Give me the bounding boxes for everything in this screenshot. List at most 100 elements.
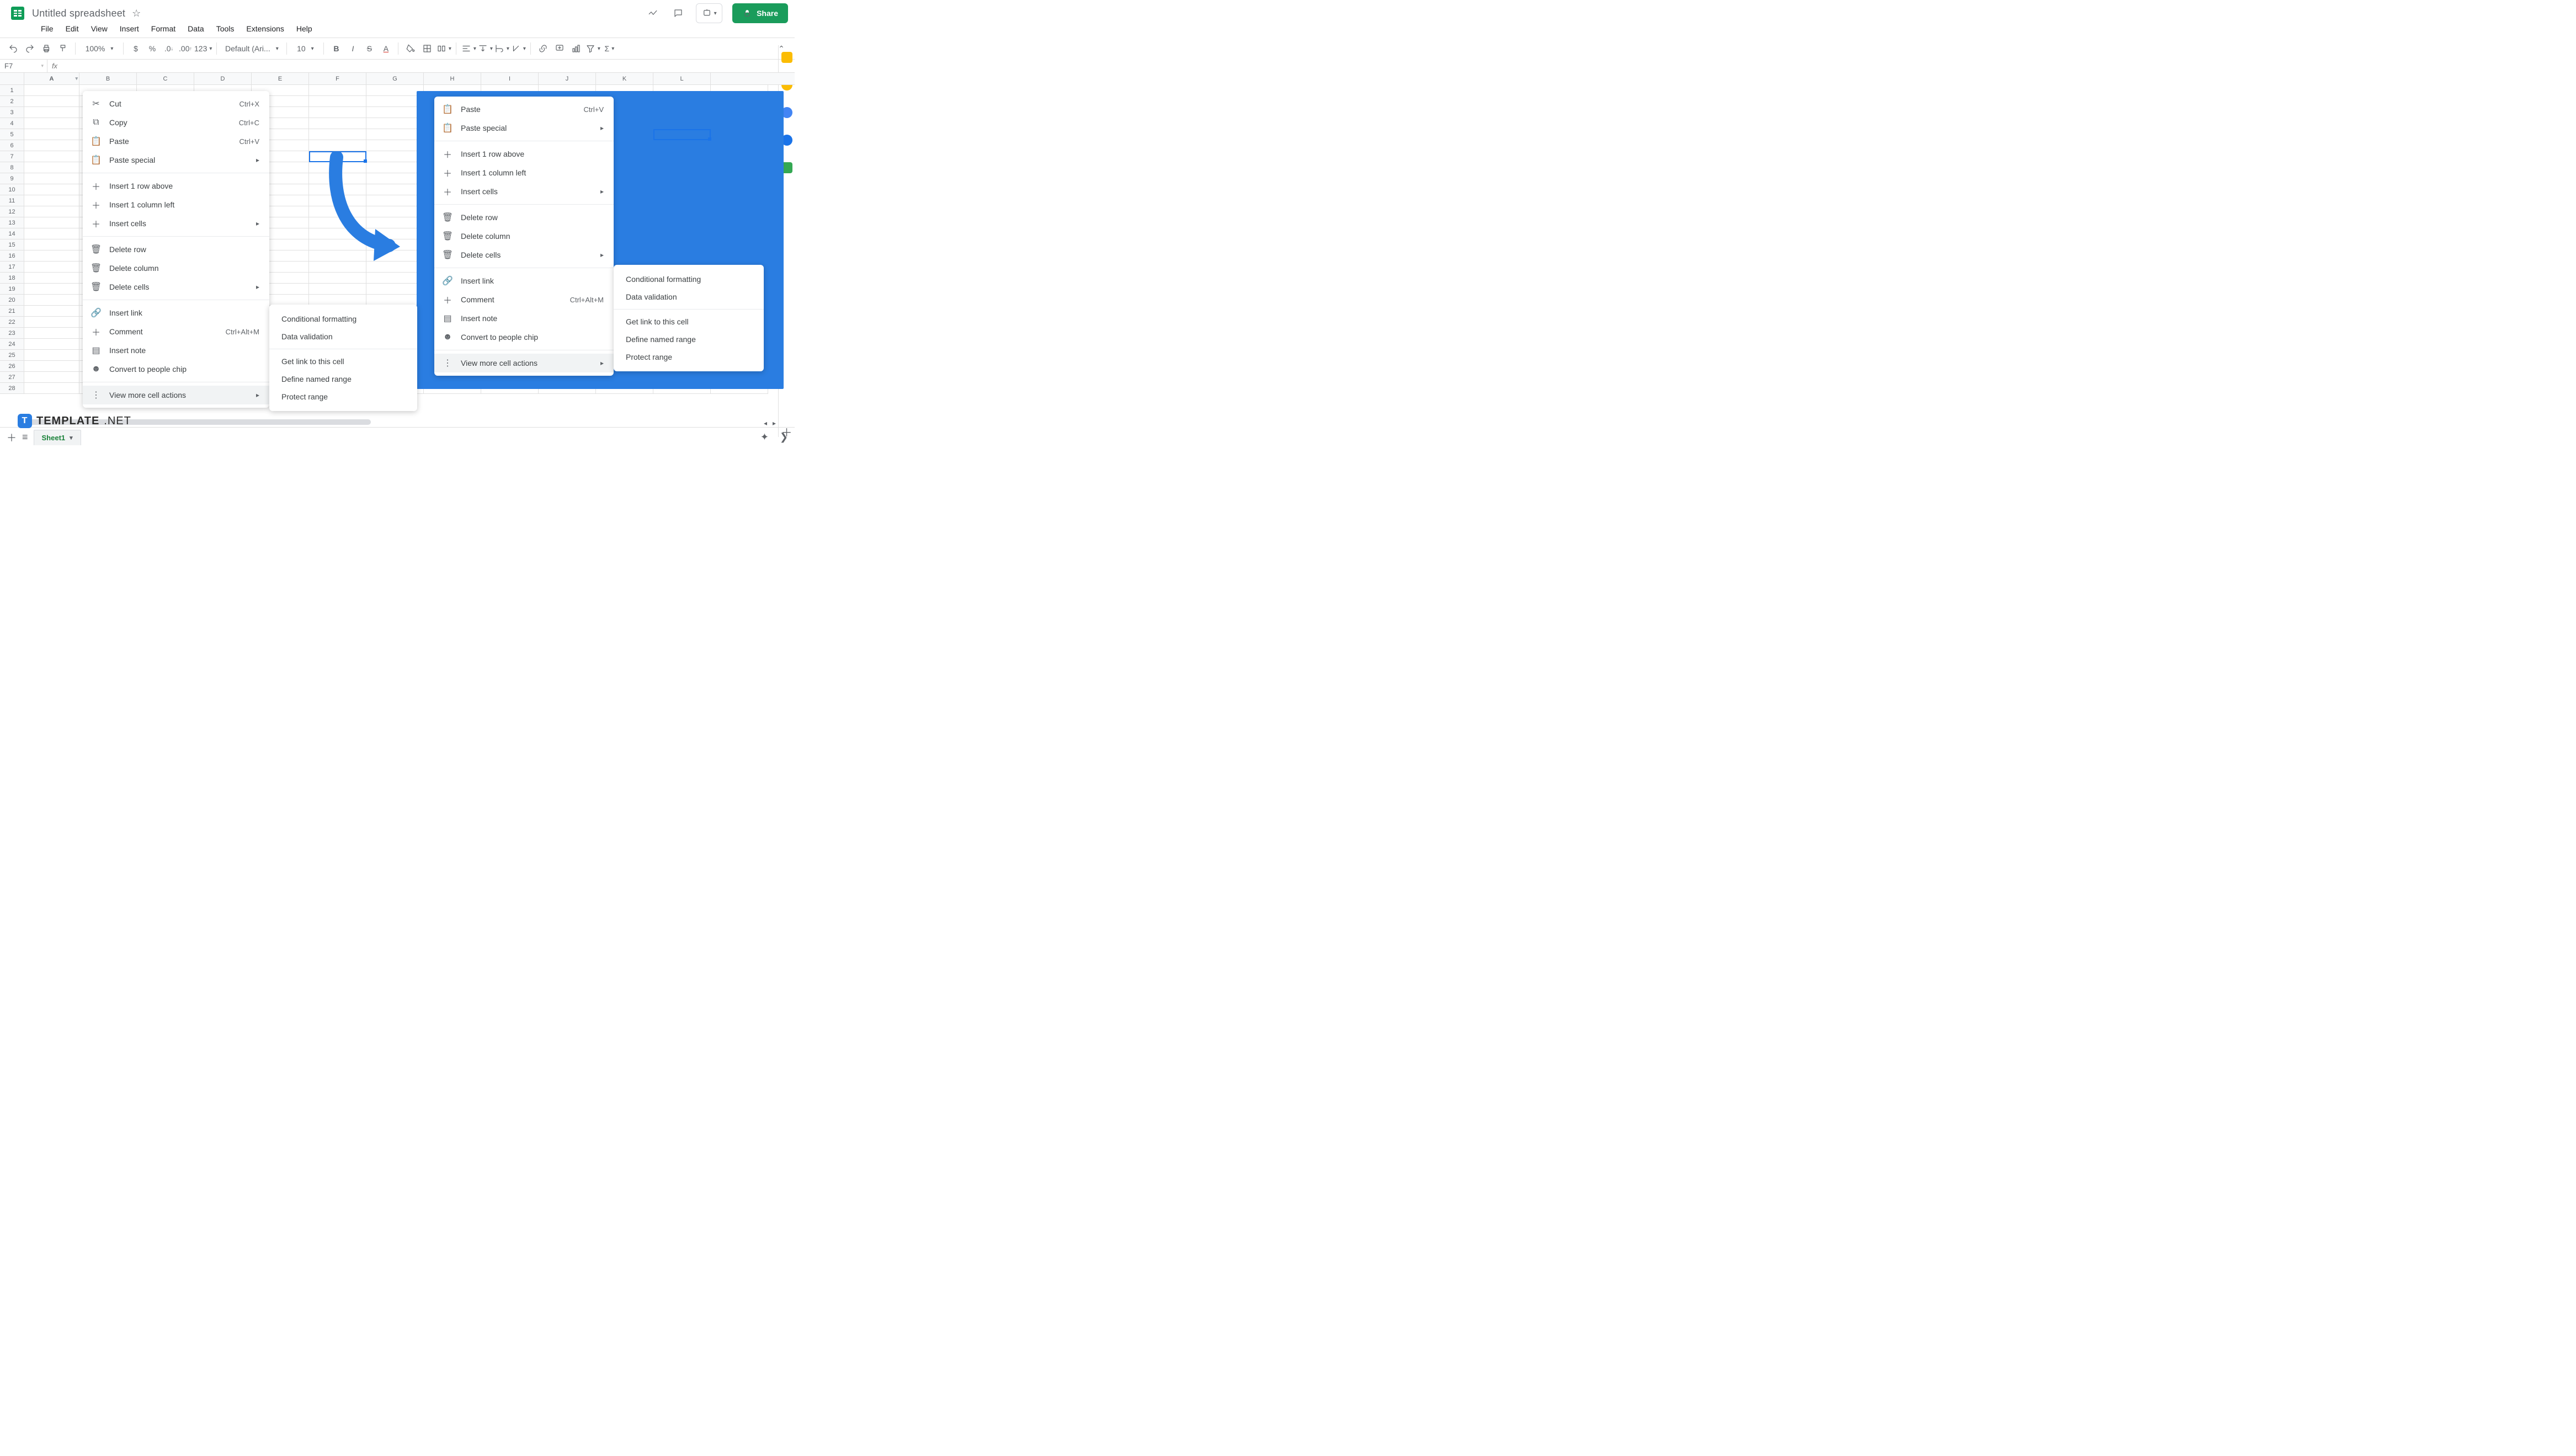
row-header[interactable]: 25 bbox=[0, 350, 24, 361]
filter-button[interactable]: ▾ bbox=[585, 41, 600, 56]
cell[interactable] bbox=[24, 96, 79, 107]
sidepanel-toggle[interactable]: ❯ bbox=[780, 431, 788, 443]
dec-inc-button[interactable]: .00↑ bbox=[178, 41, 193, 56]
add-sheet-button[interactable]: ＋ bbox=[7, 430, 17, 445]
cell[interactable] bbox=[366, 96, 424, 107]
cell[interactable] bbox=[24, 217, 79, 228]
ctx-cut[interactable]: ✂CutCtrl+X bbox=[83, 94, 269, 113]
cell[interactable] bbox=[24, 284, 79, 295]
italic-button[interactable]: I bbox=[345, 41, 360, 56]
present-button[interactable]: ▾ bbox=[696, 3, 722, 23]
cell[interactable] bbox=[24, 85, 79, 96]
cell[interactable] bbox=[366, 140, 424, 151]
cell[interactable] bbox=[24, 372, 79, 383]
sheets-logo[interactable] bbox=[7, 2, 29, 24]
sub-protect-range[interactable]: Protect range bbox=[269, 388, 417, 406]
functions-button[interactable]: Σ▾ bbox=[602, 41, 617, 56]
row-header[interactable]: 27 bbox=[0, 372, 24, 383]
ctx-people-chip[interactable]: ☻Convert to people chip bbox=[83, 360, 269, 378]
row-header[interactable]: 17 bbox=[0, 262, 24, 273]
ctx2-insert-link[interactable]: 🔗Insert link bbox=[434, 271, 614, 290]
sub-data-validation[interactable]: Data validation bbox=[269, 328, 417, 345]
menu-extensions[interactable]: Extensions bbox=[241, 23, 289, 34]
col-header-c[interactable]: C bbox=[137, 73, 194, 84]
sub2-cond-format[interactable]: Conditional formatting bbox=[614, 270, 764, 288]
col-header-b[interactable]: B bbox=[79, 73, 137, 84]
cell[interactable] bbox=[309, 273, 366, 284]
row-header[interactable]: 9 bbox=[0, 173, 24, 184]
activity-icon[interactable] bbox=[645, 6, 661, 21]
borders-button[interactable] bbox=[419, 41, 435, 56]
cell[interactable] bbox=[24, 118, 79, 129]
col-header-j[interactable]: J bbox=[539, 73, 596, 84]
cell[interactable] bbox=[366, 284, 424, 295]
col-header-i[interactable]: I bbox=[481, 73, 539, 84]
cell[interactable] bbox=[24, 151, 79, 162]
row-header[interactable]: 3 bbox=[0, 107, 24, 118]
currency-button[interactable]: $ bbox=[128, 41, 143, 56]
row-header[interactable]: 6 bbox=[0, 140, 24, 151]
row-header[interactable]: 2 bbox=[0, 96, 24, 107]
comments-icon[interactable] bbox=[670, 6, 686, 21]
cell[interactable] bbox=[24, 361, 79, 372]
cell[interactable] bbox=[24, 295, 79, 306]
selected-cell-right[interactable] bbox=[653, 129, 711, 140]
sub2-get-link[interactable]: Get link to this cell bbox=[614, 313, 764, 330]
row-header[interactable]: 18 bbox=[0, 273, 24, 284]
cell[interactable] bbox=[366, 85, 424, 96]
halign-button[interactable]: ▾ bbox=[461, 41, 476, 56]
ctx-comment[interactable]: ＋CommentCtrl+Alt+M bbox=[83, 322, 269, 341]
cell[interactable] bbox=[24, 383, 79, 394]
ctx2-paste[interactable]: 📋PasteCtrl+V bbox=[434, 100, 614, 119]
menu-view[interactable]: View bbox=[86, 23, 113, 34]
col-header-g[interactable]: G bbox=[366, 73, 424, 84]
print-button[interactable] bbox=[39, 41, 54, 56]
col-header-f[interactable]: F bbox=[309, 73, 366, 84]
ctx-delete-cells[interactable]: 🗑Delete cells▸ bbox=[83, 278, 269, 296]
row-header[interactable]: 16 bbox=[0, 250, 24, 262]
row-header[interactable]: 20 bbox=[0, 295, 24, 306]
cell[interactable] bbox=[24, 173, 79, 184]
ctx2-delete-col[interactable]: 🗑Delete column bbox=[434, 227, 614, 246]
ctx2-insert-cells[interactable]: ＋Insert cells▸ bbox=[434, 182, 614, 201]
star-icon[interactable]: ☆ bbox=[132, 8, 141, 19]
cell[interactable] bbox=[366, 118, 424, 129]
col-header-a[interactable]: A▾ bbox=[24, 73, 79, 84]
cell[interactable] bbox=[24, 262, 79, 273]
row-header[interactable]: 7 bbox=[0, 151, 24, 162]
cell[interactable] bbox=[309, 295, 366, 306]
cell[interactable] bbox=[309, 85, 366, 96]
col-header-d[interactable]: D bbox=[194, 73, 252, 84]
cell[interactable] bbox=[24, 250, 79, 262]
row-header[interactable]: 11 bbox=[0, 195, 24, 206]
ctx2-insert-row[interactable]: ＋Insert 1 row above bbox=[434, 145, 614, 163]
row-header[interactable]: 14 bbox=[0, 228, 24, 239]
doc-title[interactable]: Untitled spreadsheet bbox=[32, 8, 125, 19]
scroll-arrows[interactable]: ◂ ▸ bbox=[764, 419, 776, 427]
row-header[interactable]: 23 bbox=[0, 328, 24, 339]
row-header[interactable]: 15 bbox=[0, 239, 24, 250]
menu-format[interactable]: Format bbox=[146, 23, 181, 34]
chart-button[interactable] bbox=[568, 41, 584, 56]
merge-button[interactable]: ▾ bbox=[436, 41, 451, 56]
zoom-dropdown[interactable]: 100%▾ bbox=[80, 41, 119, 56]
number-format-dropdown[interactable]: 123▾ bbox=[194, 41, 212, 56]
row-header[interactable]: 12 bbox=[0, 206, 24, 217]
percent-button[interactable]: % bbox=[145, 41, 160, 56]
sub2-protect-range[interactable]: Protect range bbox=[614, 348, 764, 366]
cell[interactable] bbox=[24, 206, 79, 217]
row-header[interactable]: 4 bbox=[0, 118, 24, 129]
name-box[interactable]: F7 bbox=[0, 60, 47, 73]
font-size-dropdown[interactable]: 10▾ bbox=[291, 41, 319, 56]
horizontal-scrollbar[interactable] bbox=[24, 418, 778, 427]
valign-button[interactable]: ▾ bbox=[477, 41, 493, 56]
row-header[interactable]: 8 bbox=[0, 162, 24, 173]
ctx-more-actions[interactable]: ⋮View more cell actions▸ bbox=[83, 386, 269, 404]
all-sheets-button[interactable]: ≡ bbox=[22, 431, 28, 443]
menu-insert[interactable]: Insert bbox=[114, 23, 145, 34]
ctx-delete-row[interactable]: 🗑Delete row bbox=[83, 240, 269, 259]
row-header[interactable]: 21 bbox=[0, 306, 24, 317]
col-header-h[interactable]: H bbox=[424, 73, 481, 84]
ctx-insert-col[interactable]: ＋Insert 1 column left bbox=[83, 195, 269, 214]
col-header-l[interactable]: L bbox=[653, 73, 711, 84]
